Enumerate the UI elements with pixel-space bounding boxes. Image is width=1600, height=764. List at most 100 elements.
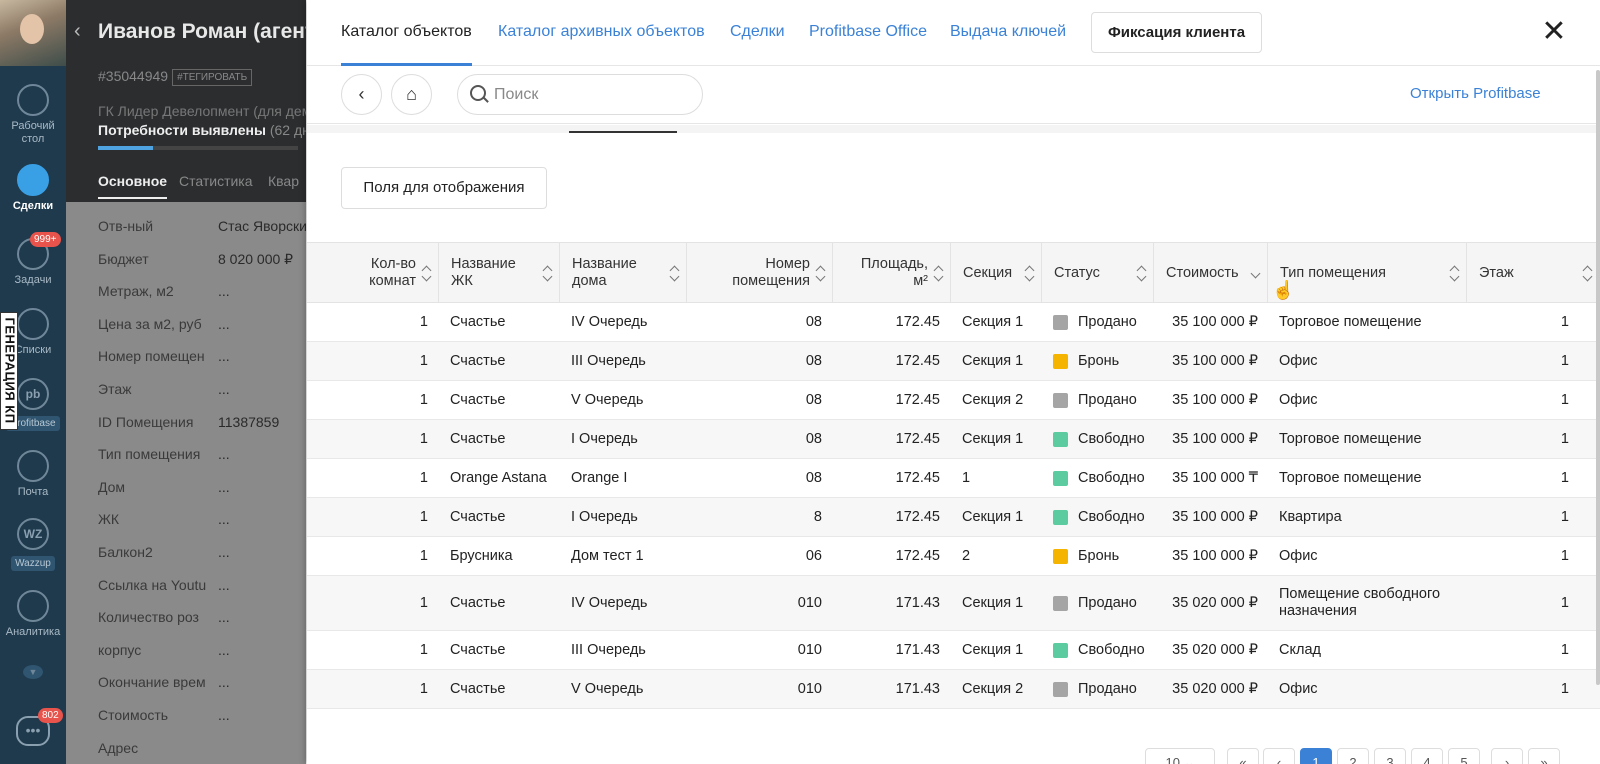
fix-client-button[interactable]: Фиксация клиента [1091, 12, 1262, 53]
scrollbar[interactable] [1596, 70, 1600, 685]
table-row[interactable]: 1 Счастье III Очередь 08 172.45 Секция 1 Бронь… [307, 342, 1600, 381]
next-page-button[interactable]: › [1491, 748, 1523, 764]
display-fields-button[interactable]: Поля для отображения [341, 167, 547, 209]
page-button-1[interactable]: 1 [1300, 748, 1332, 764]
page-button-4[interactable]: 4 [1411, 748, 1443, 764]
deal-field[interactable]: ID Помещения 11387859 [98, 414, 306, 430]
kp-generation-tab[interactable]: ГЕНЕРАЦИЯ КП [0, 312, 18, 430]
deal-field[interactable]: Окончание врем... [98, 674, 306, 690]
user-avatar[interactable] [0, 0, 66, 66]
column-header-unit-type[interactable]: Тип помещения [1268, 243, 1467, 303]
last-page-button[interactable]: » [1528, 748, 1560, 764]
table-row[interactable]: 1 Счастье IV Очередь 010 171.43 Секция 1 Прода… [307, 576, 1600, 631]
table-row[interactable]: 1 Брусника Дом тест 1 06 172.45 2 Бронь 35 100 … [307, 537, 1600, 576]
table-row[interactable]: 1 Счастье V Очередь 08 172.45 Секция 2 Продано… [307, 381, 1600, 420]
tab-statistics[interactable]: Статистика [179, 173, 253, 189]
modal-toolbar: ‹ ⌂ Открыть Profitbase [307, 66, 1600, 124]
tab-main[interactable]: Основное [98, 173, 168, 199]
deal-field[interactable]: Этаж... [98, 381, 306, 397]
page-button-3[interactable]: 3 [1374, 748, 1406, 764]
cell-text: 172.45 [895, 314, 940, 330]
tab-profitbase-office[interactable]: Profitbase Office [809, 23, 927, 41]
deal-field[interactable]: Количество роз... [98, 609, 306, 625]
table-row[interactable]: 1 Счастье III Очередь 010 171.43 Секция 1 Своб… [307, 631, 1600, 670]
double-chevron-right-icon: » [1540, 755, 1548, 764]
nav-item-mail[interactable]: Почта [0, 450, 66, 499]
nav-item-wazzup[interactable]: WZ Wazzup [0, 518, 66, 571]
deal-field[interactable]: Ссылка на Youtu... [98, 577, 306, 593]
sort-icon[interactable] [422, 265, 432, 281]
cell-text: Брусника [450, 548, 513, 564]
column-header-unit-number[interactable]: Номер помещения [687, 243, 833, 303]
column-header-label: Тип помещения [1280, 264, 1386, 281]
tab-key-issuance[interactable]: Выдача ключей [950, 23, 1066, 41]
table-row[interactable]: 1 Счастье IV Очередь 08 172.45 Секция 1 Продан… [307, 303, 1600, 342]
nav-item-analytics[interactable]: Аналитика [0, 590, 66, 639]
table-row[interactable]: 1 Счастье I Очередь 08 172.45 Секция 1 Свободн… [307, 420, 1600, 459]
column-header-status[interactable]: Статус [1042, 243, 1154, 303]
column-header-area[interactable]: Площадь, м² [833, 243, 951, 303]
column-header-floor[interactable]: Этаж [1467, 243, 1600, 303]
back-button[interactable]: ‹ [341, 74, 382, 115]
deal-field[interactable]: Отв-ный Стас Яворски [98, 218, 306, 234]
search-input[interactable] [494, 84, 694, 106]
search-box[interactable] [457, 74, 703, 115]
open-profitbase-link[interactable]: Открыть Profitbase [1410, 85, 1541, 102]
sort-icon[interactable] [670, 265, 680, 281]
home-button[interactable]: ⌂ [391, 74, 432, 115]
deal-field[interactable]: Адрес [98, 740, 306, 756]
page-button-5[interactable]: 5 [1448, 748, 1480, 764]
cell-complex: Счастье [439, 576, 560, 630]
deal-stage[interactable]: Потребности выявлены (62 дн [98, 122, 306, 138]
deal-field[interactable]: Тип помещения... [98, 446, 306, 462]
cell-text: 08 [805, 353, 822, 369]
column-header-complex[interactable]: Название ЖК [439, 243, 560, 303]
nav-item-dashboard[interactable]: Рабочий стол [0, 84, 66, 146]
deal-field[interactable]: Дом... [98, 479, 306, 495]
sort-icon[interactable] [1025, 265, 1035, 281]
cell-text: 1 [1560, 548, 1569, 564]
deal-field[interactable]: корпус... [98, 642, 306, 658]
column-header-price[interactable]: Стоимость [1154, 243, 1268, 303]
cell-floor: 1 [1467, 420, 1600, 458]
table-row[interactable]: 1 Orange Astana Orange I 08 172.45 1 Свободно 3… [307, 459, 1600, 498]
tab-deals[interactable]: Сделки [730, 23, 785, 41]
prev-page-button[interactable]: ‹ [1263, 748, 1295, 764]
tab-catalog[interactable]: Каталог объектов [341, 23, 472, 66]
tab-apartments[interactable]: Квар [268, 173, 299, 189]
deal-field[interactable]: ЖК... [98, 511, 306, 527]
close-icon[interactable]: ✕ [1539, 17, 1569, 47]
deal-field[interactable]: Бюджет 8 020 000 ₽ [98, 251, 306, 268]
deal-field[interactable]: Номер помещен... [98, 348, 306, 364]
cell-text: Офис [1279, 391, 1318, 408]
sort-icon[interactable] [934, 265, 944, 281]
chat-button[interactable]: ••• 802 [16, 708, 63, 746]
cell-section: Секция 1 [951, 342, 1042, 380]
deal-field[interactable]: Стоимость... [98, 707, 306, 723]
deal-field[interactable]: Метраж, м2... [98, 283, 306, 299]
column-header-house[interactable]: Название дома [560, 243, 687, 303]
sort-icon[interactable] [1583, 265, 1593, 281]
sort-icon[interactable] [1450, 265, 1460, 281]
table-row[interactable]: 1 Счастье I Очередь 8 172.45 Секция 1 Свободно… [307, 498, 1600, 537]
page-button-2[interactable]: 2 [1337, 748, 1369, 764]
first-page-button[interactable]: « [1227, 748, 1259, 764]
sort-desc-icon[interactable] [1251, 265, 1261, 281]
sort-icon[interactable] [816, 265, 826, 281]
deal-field[interactable]: Балкон2... [98, 544, 306, 560]
table-row[interactable]: 1 Счастье V Очередь 010 171.43 Секция 2 Продан… [307, 670, 1600, 709]
sort-icon[interactable] [543, 265, 553, 281]
column-header-rooms[interactable]: Кол-во комнат [307, 243, 439, 303]
back-chevron-icon[interactable]: ‹ [74, 20, 81, 43]
nav-item-deals[interactable]: Сделки [0, 164, 66, 213]
column-header-section[interactable]: Секция [951, 243, 1042, 303]
per-page-select[interactable]: 10 ⌄ [1145, 748, 1215, 764]
tab-archive-catalog[interactable]: Каталог архивных объектов [498, 23, 705, 41]
sort-icon[interactable] [1137, 265, 1147, 281]
more-icon[interactable]: ▼ [0, 665, 66, 679]
cell-text: Бронь [1078, 548, 1120, 564]
tag-button[interactable]: #ТЕГИРОВАТЬ [172, 68, 253, 86]
nav-item-tasks[interactable]: Задачи 999+ [0, 232, 66, 287]
cell-text: Свободно [1078, 642, 1145, 658]
deal-field[interactable]: Цена за м2, руб... [98, 316, 306, 332]
